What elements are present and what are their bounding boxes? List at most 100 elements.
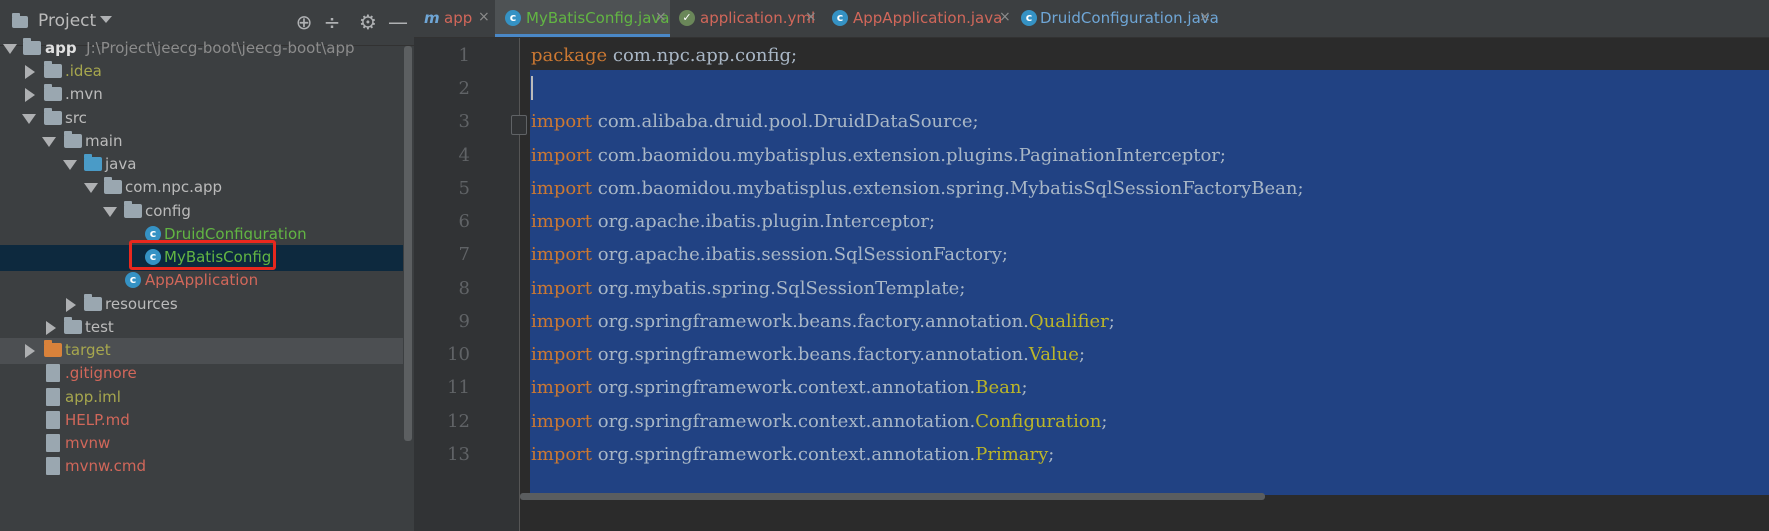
tree-item-label: com.npc.app [125, 178, 223, 196]
code-line[interactable]: import com.baomidou.mybatisplus.extensio… [531, 178, 1304, 199]
scrollbar-thumb[interactable] [520, 493, 1265, 500]
close-icon[interactable]: × [1199, 9, 1211, 25]
spring-boot-class-icon: c [125, 272, 141, 288]
close-icon[interactable]: × [805, 9, 817, 25]
annotation-class: Configuration [975, 411, 1102, 432]
tree-item-label: resources [105, 295, 178, 313]
locate-icon[interactable]: ⊕ [294, 12, 314, 32]
line-number: 10 [447, 344, 470, 365]
project-view-icon [12, 13, 28, 28]
tree-item-label: mvnw.cmd [65, 457, 147, 475]
line-number: 11 [447, 377, 470, 398]
hide-panel-icon[interactable]: — [388, 12, 408, 32]
keyword: import [531, 178, 593, 199]
expand-arrow-icon[interactable] [84, 183, 98, 193]
close-icon[interactable]: × [478, 9, 490, 25]
code-editor[interactable]: 1 2 3 4 5 6 7 8 9 10 11 12 13 package co… [414, 38, 1769, 531]
line-number: 8 [458, 278, 470, 299]
code-line[interactable]: import org.springframework.beans.factory… [531, 344, 1085, 365]
tree-item-label: .idea [65, 62, 102, 80]
resources-folder-icon [84, 294, 102, 311]
annotation-class: Bean [975, 377, 1022, 398]
tree-item-mvn[interactable]: .mvn [0, 82, 403, 108]
file-icon [46, 364, 60, 382]
tab-application-yml[interactable]: ✓ application.yml × [671, 0, 821, 37]
code-line[interactable]: import org.springframework.context.annot… [531, 444, 1054, 465]
tree-item-gitignore[interactable]: .gitignore [0, 361, 403, 387]
expand-arrow-icon[interactable] [103, 207, 117, 217]
tab-label: application.yml [700, 9, 816, 27]
code-line[interactable]: import com.alibaba.druid.pool.DruidDataS… [531, 111, 979, 132]
code-text: org.springframework.beans.factory.annota… [592, 344, 1029, 365]
keyword: import [531, 244, 593, 265]
code-line[interactable]: import com.baomidou.mybatisplus.extensio… [531, 145, 1226, 166]
code-text: ; [1078, 344, 1086, 365]
tree-item-appapplication[interactable]: c AppApplication [0, 268, 403, 294]
tree-item-label: main [85, 132, 123, 150]
code-text: org.apache.ibatis.plugin.Interceptor; [592, 211, 936, 232]
tree-item-mvnw-cmd[interactable]: mvnw.cmd [0, 454, 403, 480]
excluded-folder-icon [44, 340, 62, 357]
line-number: 5 [458, 178, 470, 199]
collapse-arrow-icon[interactable] [66, 298, 76, 312]
line-number: 1 [458, 45, 470, 66]
code-line[interactable]: import org.springframework.beans.factory… [531, 311, 1115, 332]
package-icon [104, 177, 122, 194]
tab-druidconfiguration[interactable]: c DruidConfiguration.java × [1013, 0, 1223, 37]
expand-arrow-icon[interactable] [3, 44, 17, 54]
expand-arrow-icon[interactable] [22, 114, 36, 124]
tree-item-label: AppApplication [145, 271, 259, 289]
collapse-arrow-icon[interactable] [25, 88, 35, 102]
tab-label: DruidConfiguration.java [1040, 9, 1219, 27]
keyword: import [531, 411, 593, 432]
project-panel: Project ⊕ ÷ ⚙ — app J:\Project\jeecg-boo… [0, 0, 414, 531]
code-text: org.springframework.context.annotation. [592, 377, 976, 398]
collapse-arrow-icon[interactable] [46, 321, 56, 335]
collapse-all-icon[interactable]: ÷ [322, 12, 342, 32]
tree-item-label: java [105, 155, 137, 173]
tab-label: app [444, 9, 473, 27]
gear-icon[interactable]: ⚙ [358, 12, 378, 32]
code-text: ; [1048, 444, 1055, 465]
spring-boot-class-icon: c [832, 10, 848, 26]
tab-appapplication[interactable]: c AppApplication.java × [822, 0, 1012, 37]
fold-marker-icon[interactable] [511, 115, 527, 135]
expand-arrow-icon[interactable] [42, 137, 56, 147]
code-line[interactable]: import org.springframework.context.annot… [531, 411, 1107, 432]
folder-icon [44, 61, 62, 78]
folder-icon [44, 108, 62, 125]
close-icon[interactable]: × [999, 9, 1011, 25]
module-path: J:\Project\jeecg-boot\jeecg-boot\app [86, 39, 355, 57]
annotation-class: Value [1028, 344, 1079, 365]
project-panel-scrollbar[interactable] [403, 46, 413, 531]
code-line[interactable]: import org.apache.ibatis.plugin.Intercep… [531, 211, 935, 232]
tree-item-package[interactable]: com.npc.app [0, 175, 403, 201]
collapse-arrow-icon[interactable] [25, 344, 35, 358]
tree-item-label: app [45, 39, 77, 57]
tab-mybatisconfig[interactable]: c MyBatisConfig.java × [495, 0, 670, 37]
code-line[interactable]: package com.npc.app.config; [531, 45, 797, 66]
keyword: import [531, 278, 593, 299]
tree-item-label: config [145, 202, 191, 220]
project-view-title[interactable]: Project [38, 11, 96, 31]
collapse-arrow-icon[interactable] [25, 65, 35, 79]
horizontal-scrollbar[interactable] [520, 493, 1769, 501]
tab-label: AppApplication.java [853, 9, 1003, 27]
chevron-down-icon[interactable] [100, 16, 112, 23]
code-text: org.mybatis.spring.SqlSessionTemplate; [592, 278, 966, 299]
keyword: import [531, 145, 593, 166]
keyword: package [531, 45, 608, 66]
tab-app[interactable]: m app × [414, 0, 494, 37]
code-line[interactable]: import org.apache.ibatis.session.SqlSess… [531, 244, 1008, 265]
code-text: com.alibaba.druid.pool.DruidDataSource; [592, 111, 979, 132]
code-text: org.apache.ibatis.session.SqlSessionFact… [592, 244, 1008, 265]
line-number: 2 [458, 78, 470, 99]
markdown-file-icon [46, 411, 60, 429]
scrollbar-thumb[interactable] [404, 46, 412, 441]
java-class-icon: c [505, 10, 521, 26]
expand-arrow-icon[interactable] [63, 160, 77, 170]
code-line[interactable]: import org.mybatis.spring.SqlSessionTemp… [531, 278, 965, 299]
code-line[interactable]: import org.springframework.context.annot… [531, 377, 1028, 398]
tree-item-label: test [85, 318, 114, 336]
close-icon[interactable]: × [655, 9, 667, 25]
